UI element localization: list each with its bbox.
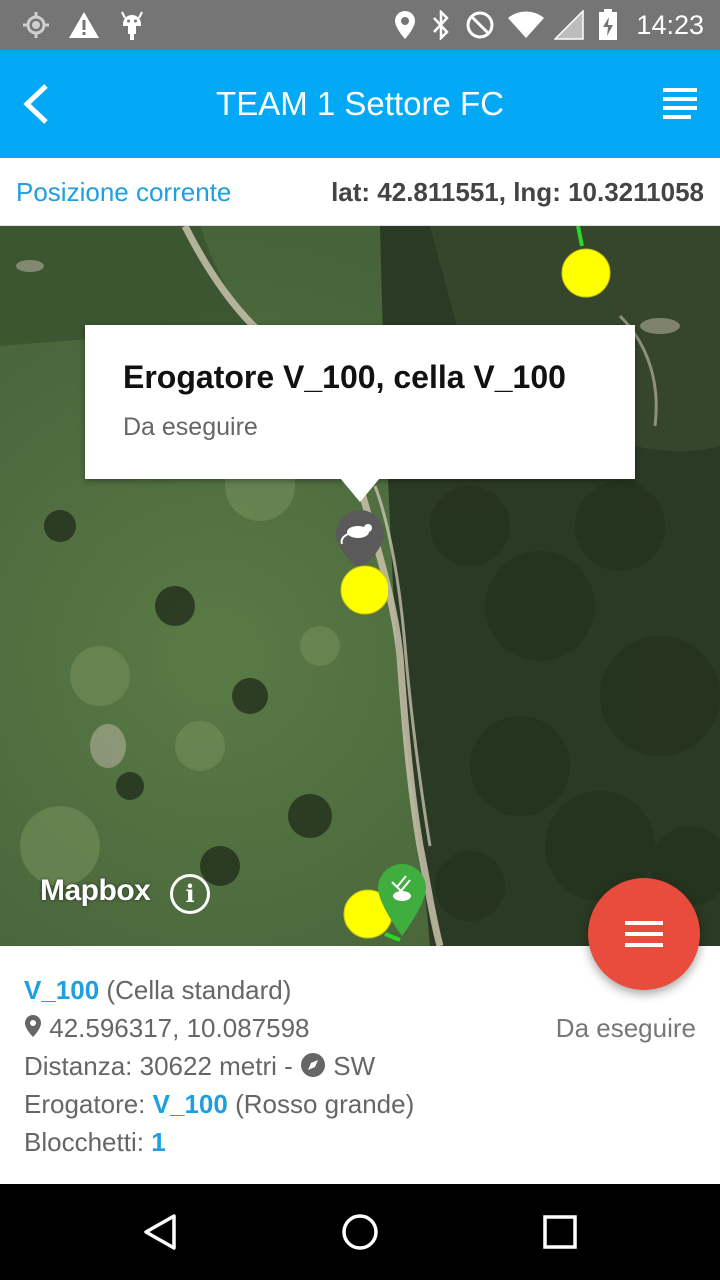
status-bar: 14:23 <box>0 0 720 50</box>
back-button[interactable] <box>8 74 64 134</box>
location-pin-icon <box>25 1015 41 1037</box>
list-icon <box>663 88 697 119</box>
menu-icon <box>625 921 663 947</box>
menu-fab-button[interactable] <box>588 878 700 990</box>
popup-tail <box>340 478 380 502</box>
dispenser-id[interactable]: V_100 <box>153 1089 228 1119</box>
current-position-coords: lat: 42.811551, lng: 10.3211058 <box>331 177 704 207</box>
map-view[interactable]: Erogatore V_100, cella V_100 Da eseguire… <box>0 226 720 946</box>
distance-line: Distanza: 30622 metri - SW <box>24 1050 375 1082</box>
location-pin-icon <box>392 10 418 40</box>
cell-coords-line: 42.596317, 10.087598 <box>24 1012 310 1044</box>
cell-coords: 42.596317, 10.087598 <box>49 1013 310 1043</box>
completed-marker[interactable] <box>340 862 430 946</box>
info-icon[interactable]: i <box>170 874 210 914</box>
distance-text: Distanza: 30622 metri - <box>24 1051 293 1081</box>
gps-icon <box>20 10 52 40</box>
cell-id[interactable]: V_100 <box>24 975 99 1005</box>
compass-icon <box>301 1053 326 1077</box>
warning-icon <box>66 10 102 40</box>
signal-icon <box>552 10 586 40</box>
status-time: 14:23 <box>636 10 704 40</box>
blocks-value: 1 <box>151 1127 166 1157</box>
current-position-bar: Posizione corrente lat: 42.811551, lng: … <box>0 158 720 226</box>
do-not-disturb-icon <box>464 10 496 40</box>
nav-recents-button[interactable] <box>532 1208 588 1256</box>
marker-popup[interactable]: Erogatore V_100, cella V_100 Da eseguire <box>85 325 635 502</box>
cell-status: Da eseguire <box>555 1013 696 1043</box>
recents-square-icon <box>543 1215 577 1249</box>
direction-text: SW <box>333 1051 376 1081</box>
dispenser-label: Erogatore: <box>24 1089 146 1119</box>
cell-info-panel: V_100 (Cella standard) 42.596317, 10.087… <box>0 946 720 1184</box>
wifi-icon <box>506 10 546 40</box>
nav-home-button[interactable] <box>332 1208 388 1256</box>
cell-title-line: V_100 (Cella standard) <box>24 974 291 1006</box>
bluetooth-icon <box>428 10 454 40</box>
chevron-left-icon <box>23 84 48 124</box>
blocks-line: Blocchetti: 1 <box>24 1126 166 1158</box>
dispenser-type: (Rosso grande) <box>235 1089 415 1119</box>
mapbox-logo: Mapbox <box>40 874 151 907</box>
blocks-label: Blocchetti: <box>24 1127 144 1157</box>
cell-type: (Cella standard) <box>106 975 292 1005</box>
pending-marker[interactable] <box>332 508 388 618</box>
android-icon <box>116 10 148 40</box>
battery-icon <box>596 9 620 40</box>
popup-status: Da eseguire <box>123 413 258 441</box>
list-view-button[interactable] <box>652 78 708 130</box>
popup-title: Erogatore V_100, cella V_100 <box>123 359 566 395</box>
system-nav-bar <box>0 1184 720 1280</box>
nav-back-button[interactable] <box>132 1208 188 1256</box>
dispenser-line: Erogatore: V_100 (Rosso grande) <box>24 1088 414 1120</box>
app-bar: TEAM 1 Settore FC <box>0 50 720 158</box>
page-title: TEAM 1 Settore FC <box>216 85 504 122</box>
back-triangle-icon <box>144 1214 176 1250</box>
home-circle-icon <box>342 1214 378 1250</box>
current-position-label: Posizione corrente <box>16 177 232 207</box>
